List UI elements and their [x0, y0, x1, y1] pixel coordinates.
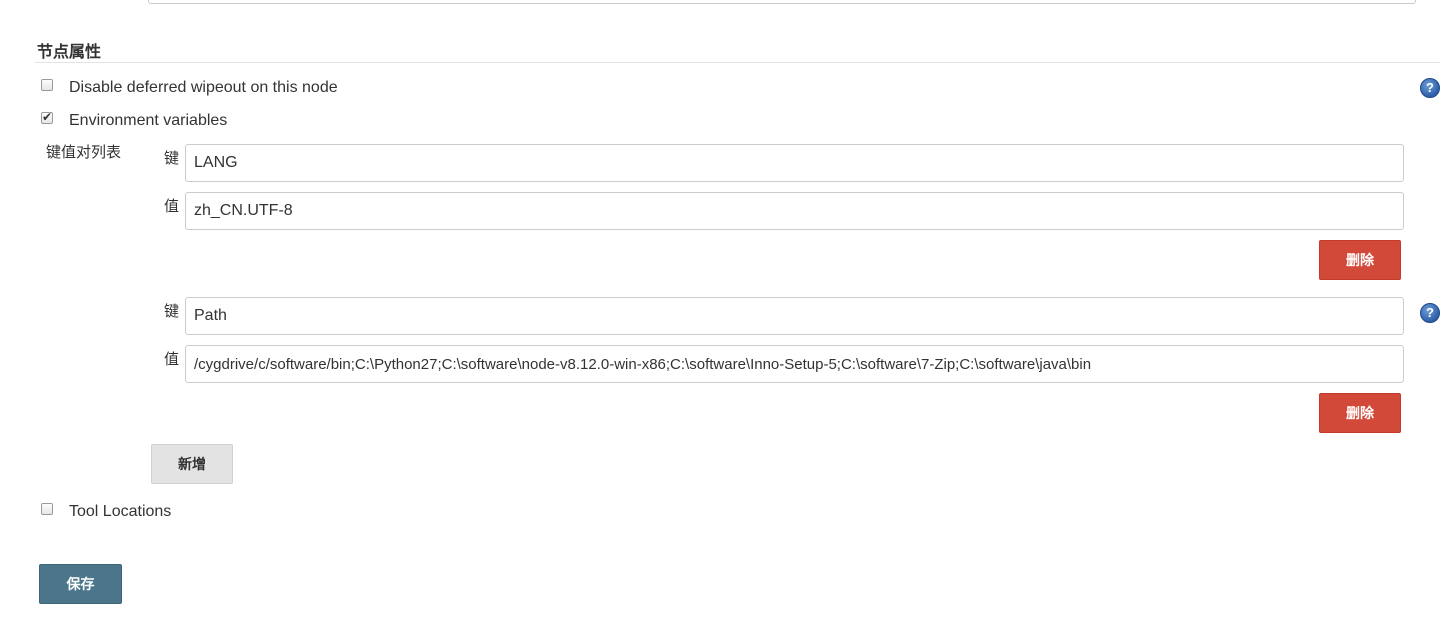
section-divider: [35, 62, 1440, 63]
env-value-input[interactable]: [185, 345, 1404, 383]
help-icon[interactable]: ?: [1420, 78, 1440, 98]
tool-locations-label[interactable]: Tool Locations: [69, 503, 171, 521]
tool-locations-checkbox[interactable]: [41, 503, 53, 515]
disable-wipeout-checkbox[interactable]: [41, 79, 53, 91]
env-key-input[interactable]: [185, 144, 1404, 182]
key-label: 键: [164, 150, 180, 167]
section-title: 节点属性: [37, 44, 102, 61]
env-value-input[interactable]: [185, 192, 1404, 230]
value-label: 值: [164, 198, 180, 215]
delete-button[interactable]: 删除: [1319, 393, 1401, 433]
checkmark-icon: ✔: [42, 110, 53, 124]
key-value-list-caption: 键值对列表: [46, 144, 122, 161]
value-label: 值: [164, 351, 180, 368]
env-key-input[interactable]: [185, 297, 1404, 335]
save-button[interactable]: 保存: [39, 564, 122, 604]
env-vars-label[interactable]: Environment variables: [69, 112, 227, 130]
env-vars-checkbox[interactable]: ✔: [41, 110, 53, 124]
add-button[interactable]: 新增: [151, 444, 233, 484]
help-icon[interactable]: ?: [1420, 303, 1440, 323]
previous-input-field[interactable]: [148, 0, 1416, 4]
key-label: 键: [164, 303, 180, 320]
delete-button[interactable]: 删除: [1319, 240, 1401, 280]
disable-wipeout-label[interactable]: Disable deferred wipeout on this node: [69, 79, 338, 97]
